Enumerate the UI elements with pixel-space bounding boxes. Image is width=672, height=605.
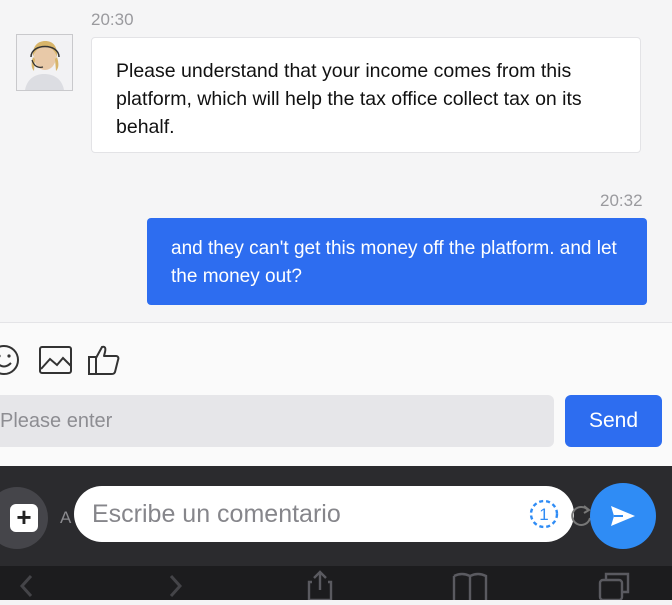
send-icon <box>611 506 635 526</box>
timer-label: 1 <box>539 505 548 524</box>
browser-bottom-nav <box>0 566 672 602</box>
send-comment-button[interactable] <box>590 483 656 549</box>
incoming-timestamp: 20:30 <box>91 10 134 29</box>
incoming-message-text: Please understand that your income comes… <box>116 60 582 138</box>
send-button[interactable]: Send <box>565 395 662 447</box>
plus-icon: + <box>10 504 38 532</box>
image-icon[interactable] <box>38 343 74 377</box>
incoming-message-bubble[interactable]: Please understand that your income comes… <box>91 37 641 153</box>
comment-placeholder: Escribe un comentario <box>92 500 341 528</box>
emoji-icon[interactable] <box>0 343 22 377</box>
outgoing-message-bubble[interactable]: and they can't get this money off the pl… <box>147 218 647 305</box>
timer-icon[interactable]: 1 <box>528 498 560 530</box>
comment-bar: + A Escribe un comentario 1 <box>0 466 672 566</box>
agent-avatar[interactable] <box>16 34 73 91</box>
outgoing-message-text: and they can't get this money off the pl… <box>171 238 617 287</box>
ghost-letter: A <box>60 508 72 527</box>
outgoing-timestamp: 20:32 <box>600 191 643 210</box>
add-button[interactable]: + <box>0 487 48 549</box>
comment-input[interactable]: Escribe un comentario <box>74 486 574 542</box>
message-input[interactable] <box>0 395 554 447</box>
composer-row: Send <box>0 390 672 468</box>
thumbs-up-icon[interactable] <box>86 343 122 377</box>
message-toolbar <box>0 323 672 390</box>
chat-area: 20:30 Please understand that your income… <box>0 0 672 322</box>
